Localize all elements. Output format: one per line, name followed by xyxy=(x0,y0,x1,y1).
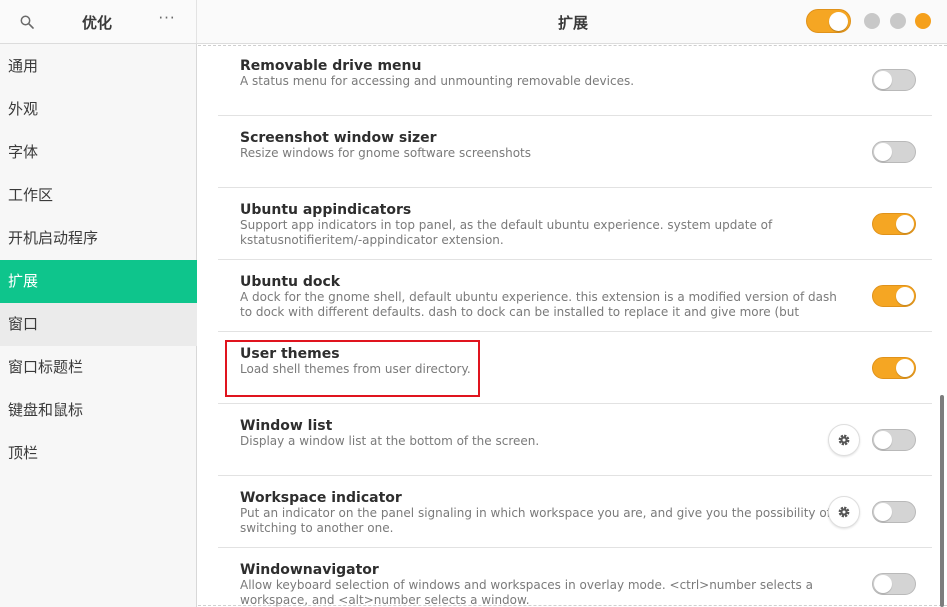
app-title: 优化 xyxy=(81,14,112,32)
extensions-global-switch[interactable] xyxy=(806,9,851,33)
switch-knob xyxy=(874,575,892,593)
extension-toggle[interactable] xyxy=(872,141,916,163)
search-icon xyxy=(20,15,34,29)
switch-knob xyxy=(874,431,892,449)
extension-toggle[interactable] xyxy=(872,573,916,595)
sidebar-item-startup-applications[interactable]: 开机启动程序 xyxy=(0,217,197,260)
extension-description: Support app indicators in top panel, as … xyxy=(240,218,773,247)
sidebar-item-extensions[interactable]: 扩展 xyxy=(0,260,197,303)
extension-settings-button[interactable] xyxy=(828,496,860,528)
more-options-button[interactable]: ··· xyxy=(154,9,180,33)
switch-knob xyxy=(874,143,892,161)
extension-row-workspace-indicator: Workspace indicator Put an indicator on … xyxy=(218,476,932,548)
switch-knob xyxy=(896,215,914,233)
extension-description: Resize windows for gnome software screen… xyxy=(240,146,532,160)
extension-settings-button[interactable] xyxy=(828,424,860,456)
highlight-box xyxy=(225,340,480,397)
extensions-list: Removable drive menu A status menu for a… xyxy=(198,44,947,607)
page-title: 扩展 xyxy=(557,14,588,32)
sidebar-item-keyboard-mouse[interactable]: 键盘和鼠标 xyxy=(0,389,197,432)
extension-toggle[interactable] xyxy=(872,213,916,235)
close-button[interactable] xyxy=(915,13,931,29)
sidebar-item-window-titlebars[interactable]: 窗口标题栏 xyxy=(0,346,197,389)
sidebar: 通用 外观 字体 工作区 开机启动程序 扩展 窗口 窗口标题栏 键盘和鼠标 顶栏 xyxy=(0,44,197,607)
extension-toggle[interactable] xyxy=(872,357,916,379)
extension-description: Allow keyboard selection of windows and … xyxy=(240,578,813,607)
sidebar-header: 优化 ··· xyxy=(0,0,197,43)
extension-name: Ubuntu dock xyxy=(240,274,341,290)
switch-knob xyxy=(896,287,914,305)
sidebar-item-workspaces[interactable]: 工作区 xyxy=(0,174,197,217)
extension-name: Screenshot window sizer xyxy=(240,130,437,146)
switch-knob xyxy=(874,71,892,89)
switch-knob xyxy=(829,12,848,31)
extension-row-window-list: Window list Display a window list at the… xyxy=(218,404,932,476)
scrollbar[interactable] xyxy=(940,395,944,607)
extension-name: Window list xyxy=(240,418,333,434)
extension-toggle[interactable] xyxy=(872,69,916,91)
switch-knob xyxy=(896,359,914,377)
list-bottom-edge xyxy=(198,605,947,606)
extension-description: A status menu for accessing and unmounti… xyxy=(240,74,635,88)
extension-row-removable-drive-menu: Removable drive menu A status menu for a… xyxy=(218,44,932,116)
extension-name: Workspace indicator xyxy=(240,490,402,506)
extension-name: Ubuntu appindicators xyxy=(240,202,412,218)
maximize-button[interactable] xyxy=(890,13,906,29)
extension-description: Put an indicator on the panel signaling … xyxy=(240,506,831,535)
extension-row-screenshot-window-sizer: Screenshot window sizer Resize windows f… xyxy=(218,116,932,188)
gear-icon xyxy=(838,506,850,518)
sidebar-item-general[interactable]: 通用 xyxy=(0,45,197,88)
sidebar-item-top-bar[interactable]: 顶栏 xyxy=(0,432,197,475)
extension-row-windownavigator: Windownavigator Allow keyboard selection… xyxy=(218,548,932,607)
extension-name: Windownavigator xyxy=(240,562,379,578)
extension-toggle[interactable] xyxy=(872,429,916,451)
switch-knob xyxy=(874,503,892,521)
extension-toggle[interactable] xyxy=(872,501,916,523)
extension-description: A dock for the gnome shell, default ubun… xyxy=(240,290,837,319)
search-button[interactable] xyxy=(14,10,40,34)
header-bar: 优化 ··· 扩展 xyxy=(0,0,947,44)
extension-row-ubuntu-appindicators: Ubuntu appindicators Support app indicat… xyxy=(218,188,932,260)
minimize-button[interactable] xyxy=(864,13,880,29)
sidebar-item-appearance[interactable]: 外观 xyxy=(0,88,197,131)
extension-toggle[interactable] xyxy=(872,285,916,307)
extension-row-ubuntu-dock: Ubuntu dock A dock for the gnome shell, … xyxy=(218,260,932,332)
sidebar-item-windows[interactable]: 窗口 xyxy=(0,303,197,346)
extension-description: Display a window list at the bottom of t… xyxy=(240,434,540,448)
sidebar-item-fonts[interactable]: 字体 xyxy=(0,131,197,174)
gear-icon xyxy=(838,434,850,446)
extension-name: Removable drive menu xyxy=(240,58,422,74)
